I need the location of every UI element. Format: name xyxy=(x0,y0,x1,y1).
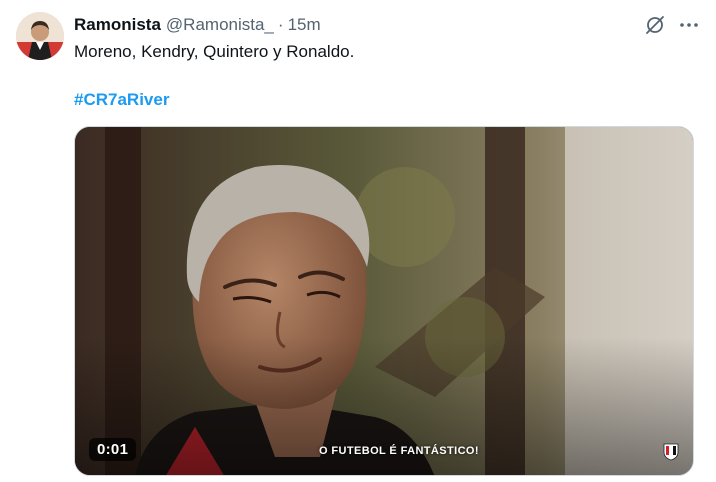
tweet-text: Moreno, Kendry, Quintero y Ronaldo. xyxy=(74,42,355,61)
tweet-header: Ramonista @Ramonista_ · 15m xyxy=(74,14,321,36)
more-button[interactable] xyxy=(676,12,702,38)
display-name[interactable]: Ramonista xyxy=(74,15,161,35)
tweet-actions xyxy=(642,12,702,38)
avatar[interactable] xyxy=(16,12,64,60)
video-frame xyxy=(75,127,693,475)
user-handle[interactable]: @Ramonista_ xyxy=(166,15,274,35)
video-timecode: 0:01 xyxy=(89,438,137,461)
separator-dot: · xyxy=(277,15,284,34)
video-player[interactable]: 0:01 O FUTEBOL É FANTÁSTICO! xyxy=(74,126,694,476)
avatar-image xyxy=(16,12,64,60)
timestamp[interactable]: 15m xyxy=(288,15,321,35)
hashtag-link[interactable]: #CR7aRiver xyxy=(74,88,169,112)
tweet[interactable]: Ramonista @Ramonista_ · 15m Moreno, Kend… xyxy=(0,0,716,482)
grok-icon xyxy=(646,16,664,34)
more-icon xyxy=(680,23,698,27)
club-crest-icon xyxy=(663,443,679,461)
grok-button[interactable] xyxy=(642,12,668,38)
video-caption: O FUTEBOL É FANTÁSTICO! xyxy=(319,445,479,457)
